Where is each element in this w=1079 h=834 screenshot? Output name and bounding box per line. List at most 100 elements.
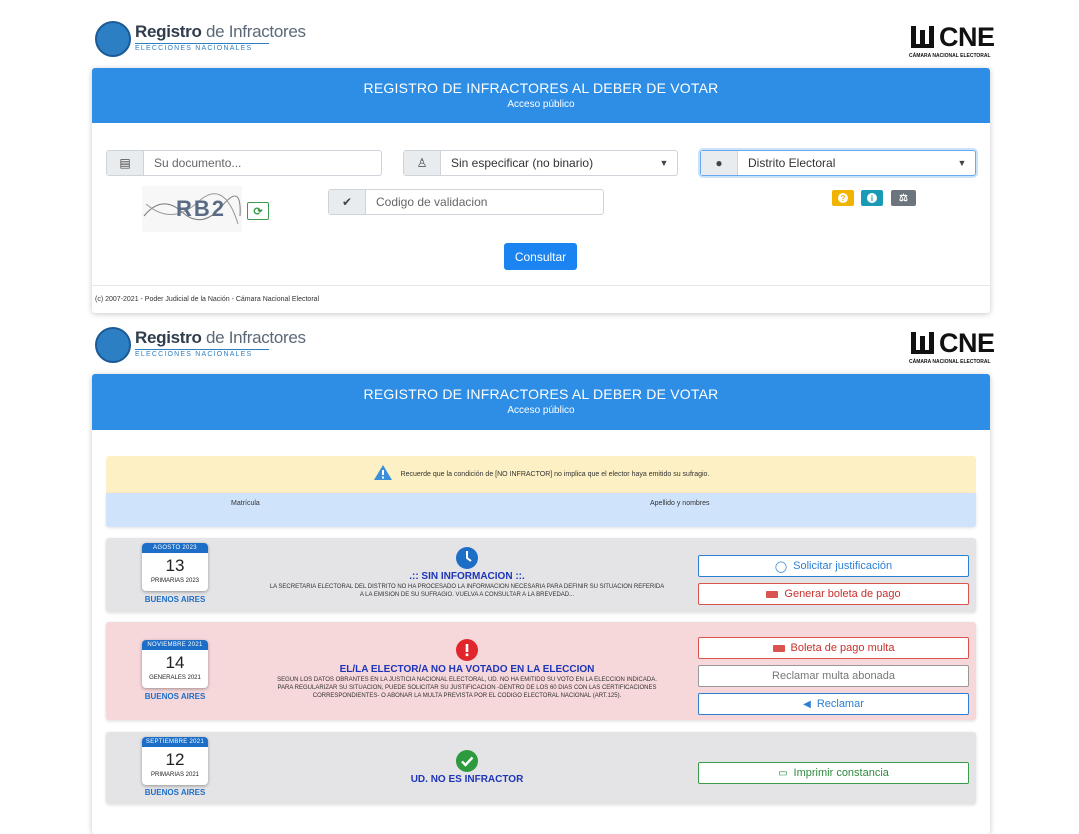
ticket-icon [766, 590, 779, 598]
solicitar-justificacion-button[interactable]: ◯ Solicitar justificación [698, 555, 969, 577]
question-icon: ? [838, 193, 848, 203]
cne-logo-icon [909, 328, 937, 356]
calendar-month: AGOSTO 2023 [142, 543, 208, 553]
district-select-value: Distrito Electoral [748, 156, 836, 170]
column-apellido: Apellido y nombres [650, 500, 710, 507]
footer-divider [92, 285, 990, 286]
info-button[interactable]: i [861, 190, 883, 206]
cne-logo-text: CNE [939, 328, 995, 358]
status-title: EL/LA ELECTOR/A NO HA VOTADO EN LA ELECC… [339, 664, 595, 675]
map-pin-icon: ● [701, 151, 738, 175]
cne-logo-subtitle: CÁMARA NACIONAL ELECTORAL [909, 359, 991, 365]
cne-logo-icon [909, 22, 937, 50]
check-circle-icon [456, 750, 478, 772]
banner-subtitle: Acceso público [507, 99, 575, 110]
document-input[interactable]: Su documento... [144, 151, 381, 175]
reclamar-button[interactable]: ◀ Reclamar [698, 693, 969, 715]
gender-select[interactable]: ♙ Sin especificar (no binario) ▼ [403, 150, 678, 176]
check-icon: ✔ [329, 190, 366, 214]
button-label: Reclamar multa abonada [772, 670, 895, 682]
election-district: BUENOS AIRES [144, 788, 206, 797]
document-icon: ▭ [778, 767, 788, 779]
captcha-image: RB2 [142, 186, 242, 232]
id-card-icon: ▤ [107, 151, 144, 175]
warning-icon [373, 464, 393, 486]
button-label: Solicitar justificación [793, 560, 893, 572]
search-card: REGISTRO DE INFRACTORES AL DEBER DE VOTA… [92, 68, 990, 313]
calendar-month: SEPTIEMBRE 2021 [142, 737, 208, 747]
registro-logo-icon [95, 327, 131, 363]
registro-logo-title: Registro de Infractores [135, 328, 306, 347]
registro-logo-icon [95, 21, 131, 57]
info-icon: i [867, 193, 877, 203]
button-label: Generar boleta de pago [784, 588, 901, 600]
election-calendar: SEPTIEMBRE 2021 12 PRIMARIAS 2021 [142, 737, 208, 785]
consultar-button[interactable]: Consultar [504, 243, 577, 270]
refresh-icon: ⟳ [253, 205, 263, 218]
copyright-text: (c) 2007-2021 - Poder Judicial de la Nac… [95, 296, 320, 303]
exclamation-icon [456, 639, 478, 661]
person-header: Matrícula Apellido y nombres [106, 493, 976, 527]
help-button[interactable]: ? [832, 190, 854, 206]
election-row: SEPTIEMBRE 2021 12 PRIMARIAS 2021 BUENOS… [106, 732, 976, 804]
banner-title: REGISTRO DE INFRACTORES AL DEBER DE VOTA… [363, 386, 719, 402]
person-icon: ♙ [404, 151, 441, 175]
election-name: PRIMARIAS 2023 [150, 578, 200, 584]
notice-text: Recuerde que la condición de [NO INFRACT… [400, 471, 710, 478]
column-matricula: Matrícula [231, 500, 260, 507]
election-calendar: AGOSTO 2023 13 PRIMARIAS 2023 [142, 543, 208, 591]
calendar-day: 13 [165, 556, 185, 575]
refresh-captcha-button[interactable]: ⟳ [247, 202, 269, 220]
status-description: LA SECRETARIA ELECTORAL DEL DISTRITO NO … [269, 584, 665, 598]
scale-icon: ⚖ [899, 192, 908, 204]
search-banner: REGISTRO DE INFRACTORES AL DEBER DE VOTA… [92, 68, 990, 123]
results-card: REGISTRO DE INFRACTORES AL DEBER DE VOTA… [92, 374, 990, 834]
button-label: Imprimir constancia [793, 767, 889, 779]
validation-input[interactable]: Codigo de validacion [366, 190, 603, 214]
boleta-pago-multa-button[interactable]: Boleta de pago multa [698, 637, 969, 659]
ticket-icon [772, 644, 785, 652]
calendar-day: 12 [165, 750, 185, 769]
logo-divider [135, 43, 269, 44]
generar-boleta-button[interactable]: Generar boleta de pago [698, 583, 969, 605]
legal-button[interactable]: ⚖ [891, 190, 916, 206]
election-row: NOVIEMBRE 2021 14 GENERALES 2021 BUENOS … [106, 622, 976, 720]
status-title: UD. NO ES INFRACTOR [410, 774, 524, 785]
megaphone-icon: ◀ [803, 698, 811, 710]
election-district: BUENOS AIRES [144, 692, 206, 701]
chevron-down-icon: ▼ [957, 158, 967, 168]
election-calendar: NOVIEMBRE 2021 14 GENERALES 2021 [142, 640, 208, 688]
election-name: PRIMARIAS 2021 [150, 772, 200, 778]
calendar-month: NOVIEMBRE 2021 [142, 640, 208, 650]
results-header: Registro de Infractores ELECCIONES NACIO… [0, 318, 1079, 374]
captcha-text: RB2 [176, 196, 227, 221]
registro-logo-subtitle: ELECCIONES NACIONALES [135, 45, 253, 52]
election-district: BUENOS AIRES [144, 595, 206, 604]
gender-select-value: Sin especificar (no binario) [451, 156, 594, 170]
reclamar-multa-abonada-button[interactable]: Reclamar multa abonada [698, 665, 969, 687]
calendar-day: 14 [165, 653, 185, 672]
cne-logo-text: CNE [939, 22, 995, 52]
top-header: Registro de Infractores ELECCIONES NACIO… [0, 0, 1079, 68]
clock-icon [456, 547, 478, 569]
cne-logo-subtitle: CÁMARA NACIONAL ELECTORAL [909, 53, 991, 59]
document-field[interactable]: ▤ Su documento... [106, 150, 382, 176]
status-description: SEGUN LOS DATOS OBRANTES EN LA JUSTICIA … [277, 677, 657, 699]
notice-alert: Recuerde que la condición de [NO INFRACT… [106, 456, 976, 493]
results-banner: REGISTRO DE INFRACTORES AL DEBER DE VOTA… [92, 374, 990, 430]
button-label: Reclamar [816, 698, 864, 710]
banner-subtitle: Acceso público [507, 405, 575, 416]
registro-logo-title: Registro de Infractores [135, 22, 306, 41]
election-row: AGOSTO 2023 13 PRIMARIAS 2023 BUENOS AIR… [106, 538, 976, 612]
validation-field[interactable]: ✔ Codigo de validacion [328, 189, 604, 215]
chevron-down-icon: ▼ [659, 158, 669, 168]
status-title: .:: SIN INFORMACION ::. [409, 571, 525, 582]
imprimir-constancia-button[interactable]: ▭ Imprimir constancia [698, 762, 969, 784]
election-name: GENERALES 2021 [149, 675, 201, 681]
district-select[interactable]: ● Distrito Electoral ▼ [700, 150, 976, 176]
registro-logo-subtitle: ELECCIONES NACIONALES [135, 351, 253, 358]
logo-divider [135, 349, 269, 350]
banner-title: REGISTRO DE INFRACTORES AL DEBER DE VOTA… [363, 80, 719, 96]
chat-icon: ◯ [774, 560, 788, 573]
button-label: Boleta de pago multa [790, 642, 895, 654]
